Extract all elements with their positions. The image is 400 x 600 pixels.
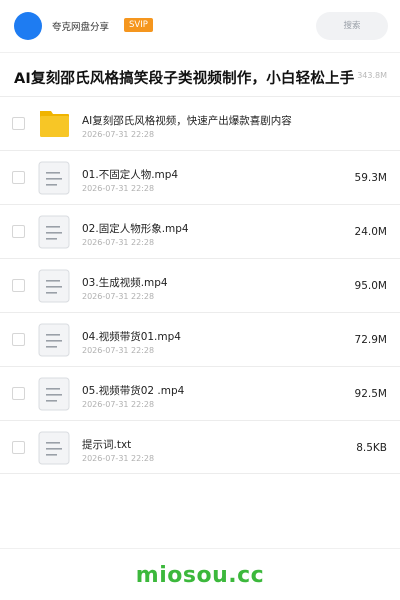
header: 夸克网盘分享 SVIP 搜索 bbox=[0, 0, 400, 52]
row-checkbox[interactable] bbox=[12, 117, 25, 130]
file-name: 05.视频带货02 .mp4 bbox=[82, 385, 185, 397]
file-row[interactable]: 提示词.txt 2026-07-31 22:28 8.5KB bbox=[0, 420, 400, 474]
file-size: 72.9M bbox=[354, 334, 387, 346]
file-row[interactable]: 05.视频带货02 .mp4 2026-07-31 22:28 92.5M bbox=[0, 366, 400, 420]
file-name: 02.固定人物形象.mp4 bbox=[82, 223, 189, 235]
watermark: miosou.cc bbox=[135, 563, 265, 588]
file-date: 2026-07-31 22:28 bbox=[82, 454, 155, 463]
search-button[interactable]: 搜索 bbox=[316, 12, 388, 40]
row-checkbox[interactable] bbox=[12, 171, 25, 184]
file-name: 提示词.txt bbox=[82, 439, 132, 451]
file-name: 04.视频带货01.mp4 bbox=[82, 331, 181, 343]
file-size: 59.3M bbox=[354, 172, 387, 184]
document-icon bbox=[38, 377, 70, 411]
document-icon bbox=[38, 161, 70, 195]
total-size: 343.8M bbox=[357, 71, 387, 80]
row-checkbox[interactable] bbox=[12, 333, 25, 346]
file-date: 2026-07-31 22:28 bbox=[82, 238, 155, 247]
footer-divider bbox=[0, 548, 400, 549]
file-date: 2026-07-31 22:28 bbox=[82, 292, 155, 301]
file-row[interactable]: 01.不固定人物.mp4 2026-07-31 22:28 59.3M bbox=[0, 150, 400, 204]
file-date: 2026-07-31 22:28 bbox=[82, 400, 155, 409]
document-icon bbox=[38, 431, 70, 465]
file-size: 92.5M bbox=[354, 388, 387, 400]
folder-icon bbox=[38, 107, 70, 141]
row-checkbox[interactable] bbox=[12, 225, 25, 238]
file-row[interactable]: AI复刻邵氏风格视频，快速产出爆款喜剧内容 2026-07-31 22:28 bbox=[0, 96, 400, 150]
file-row[interactable]: 02.固定人物形象.mp4 2026-07-31 22:28 24.0M bbox=[0, 204, 400, 258]
file-size: 95.0M bbox=[354, 280, 387, 292]
file-date: 2026-07-31 22:28 bbox=[82, 130, 155, 139]
document-icon bbox=[38, 215, 70, 249]
user-name: 夸克网盘分享 bbox=[52, 22, 110, 33]
file-row[interactable]: 04.视频带货01.mp4 2026-07-31 22:28 72.9M bbox=[0, 312, 400, 366]
share-page: 夸克网盘分享 SVIP 搜索 AI复刻邵氏风格搞笑段子类视频制作，小白轻松上手 … bbox=[0, 0, 400, 600]
file-size: 8.5KB bbox=[356, 442, 387, 454]
row-checkbox[interactable] bbox=[12, 279, 25, 292]
avatar[interactable] bbox=[14, 12, 42, 40]
file-name: 03.生成视频.mp4 bbox=[82, 277, 168, 289]
file-name: AI复刻邵氏风格视频，快速产出爆款喜剧内容 bbox=[82, 115, 292, 127]
document-icon bbox=[38, 269, 70, 303]
file-date: 2026-07-31 22:28 bbox=[82, 346, 155, 355]
file-row[interactable]: 03.生成视频.mp4 2026-07-31 22:28 95.0M bbox=[0, 258, 400, 312]
file-list: AI复刻邵氏风格视频，快速产出爆款喜剧内容 2026-07-31 22:28 01.… bbox=[0, 96, 400, 474]
row-checkbox[interactable] bbox=[12, 441, 25, 454]
svip-badge: SVIP bbox=[124, 18, 153, 32]
page-title: AI复刻邵氏风格搞笑段子类视频制作，小白轻松上手 bbox=[14, 71, 355, 87]
document-icon bbox=[38, 323, 70, 357]
file-size: 24.0M bbox=[354, 226, 387, 238]
share-title-row: AI复刻邵氏风格搞笑段子类视频制作，小白轻松上手 343.8M bbox=[0, 52, 400, 96]
row-checkbox[interactable] bbox=[12, 387, 25, 400]
file-date: 2026-07-31 22:28 bbox=[82, 184, 155, 193]
file-name: 01.不固定人物.mp4 bbox=[82, 169, 179, 181]
